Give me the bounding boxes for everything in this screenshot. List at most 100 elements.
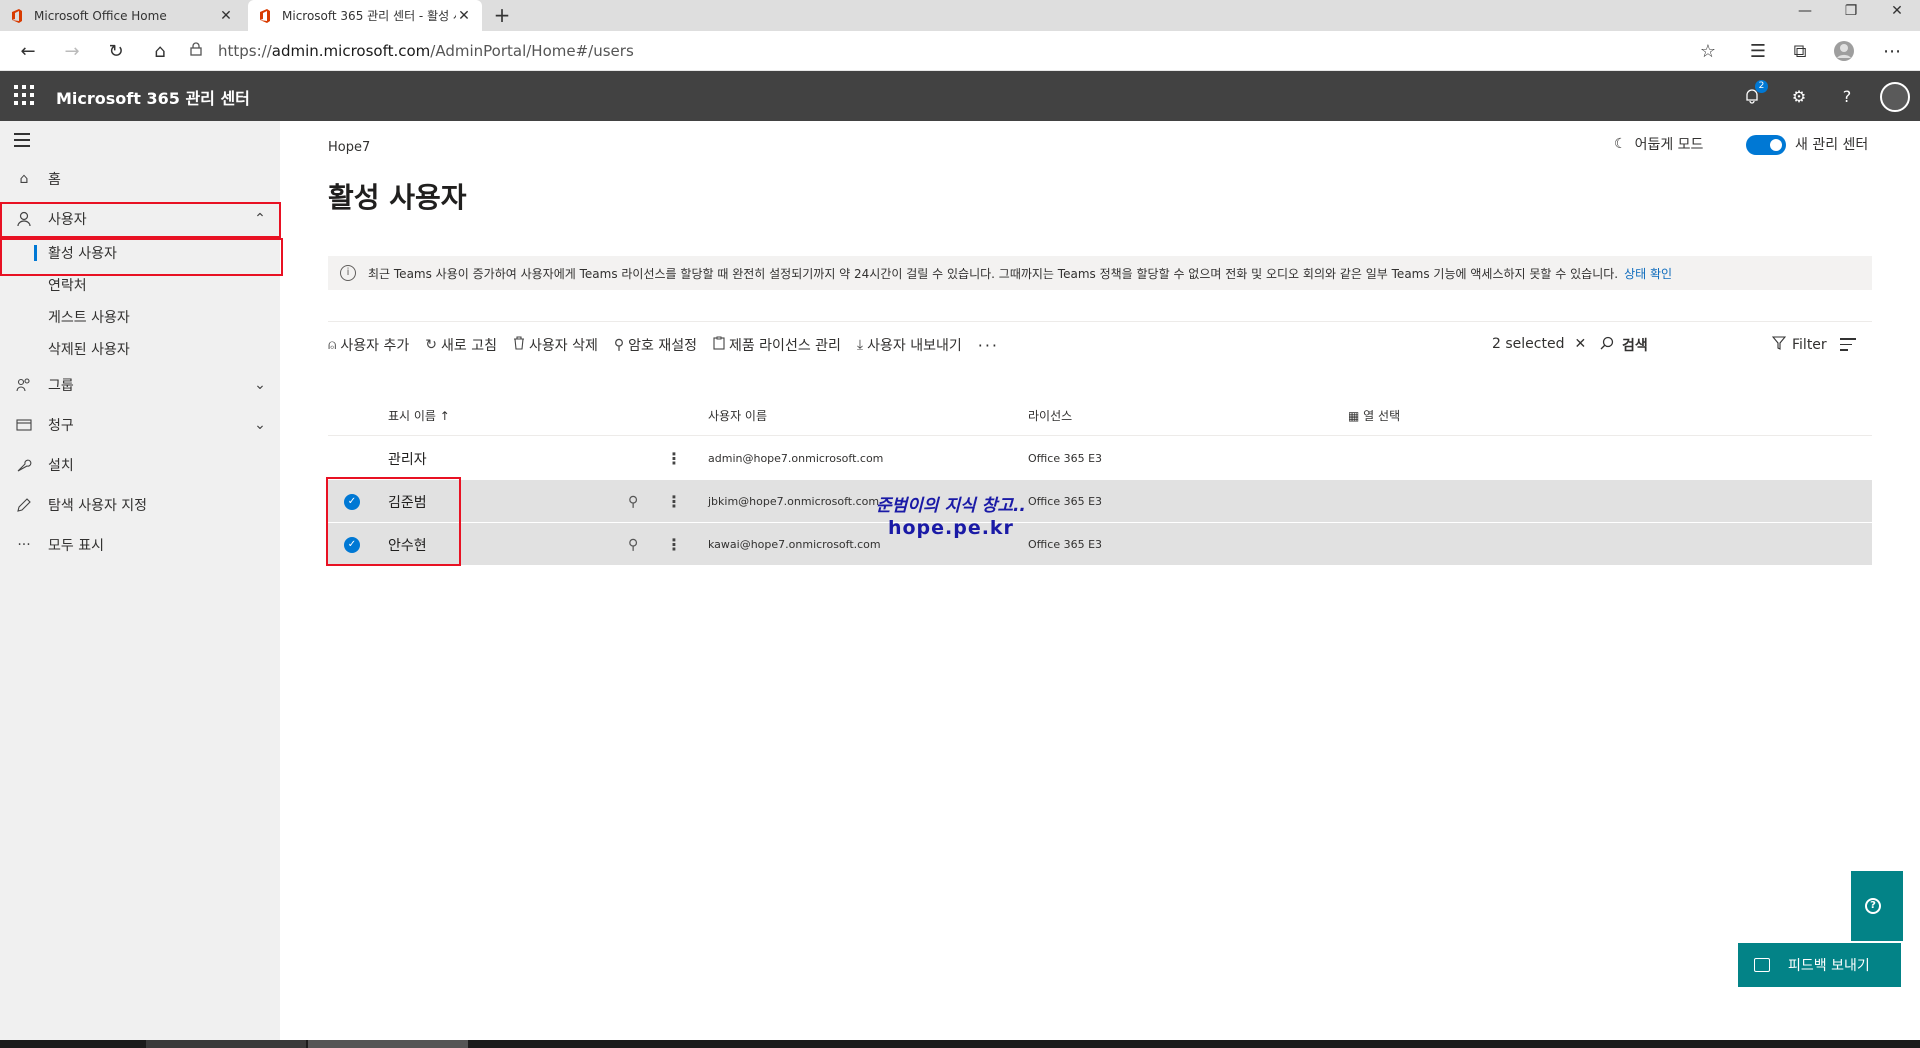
browser-tab-bar: Microsoft Office Home ✕ Microsoft 365 관리… <box>0 0 1920 31</box>
delete-user-button[interactable]: 사용자 삭제 <box>513 335 598 355</box>
close-tab-icon[interactable]: ✕ <box>456 8 472 24</box>
download-icon: ⤓ <box>856 337 864 353</box>
choose-columns-button[interactable]: ▦ 열 선택 <box>1348 407 1400 424</box>
office-logo-icon <box>258 8 272 24</box>
restore-icon[interactable]: ❐ <box>1828 0 1874 24</box>
manage-licenses-button[interactable]: 제품 라이선스 관리 <box>713 335 841 355</box>
row-more-icon[interactable]: ⋮ <box>666 492 682 511</box>
user-email: jbkim@hope7.onmicrosoft.com <box>708 495 880 508</box>
office-logo-icon <box>10 8 24 24</box>
more-commands-icon[interactable]: ··· <box>978 336 999 355</box>
breadcrumb[interactable]: Hope7 <box>328 140 370 155</box>
taskbar <box>0 1040 1920 1048</box>
wrench-icon <box>0 457 48 473</box>
close-window-icon[interactable]: ✕ <box>1874 0 1920 24</box>
new-admin-center-toggle[interactable] <box>1746 135 1786 155</box>
reset-password-icon[interactable]: ⚲ <box>628 494 638 510</box>
row-more-icon[interactable]: ⋮ <box>666 535 682 554</box>
taskbar-app[interactable] <box>146 1040 306 1048</box>
avatar[interactable] <box>1880 82 1910 112</box>
key-icon: ⚲ <box>613 337 625 353</box>
help-icon[interactable]: ? <box>1835 84 1859 108</box>
moon-icon: ☾ <box>1614 136 1627 152</box>
help-support-button[interactable]: ? <box>1851 871 1903 941</box>
help-circle-icon: ? <box>1865 898 1881 914</box>
selection-indicator: 2 selected ✕ <box>1492 336 1587 352</box>
refresh-button[interactable]: ↻ 새로 고침 <box>425 335 497 355</box>
notification-count: 2 <box>1755 80 1768 93</box>
add-user-button[interactable]: ⍝ 사용자 추가 <box>328 335 409 355</box>
table-row[interactable]: ✓ 김준범 ⚲ ⋮ jbkim@hope7.onmicrosoft.com Of… <box>328 480 1872 523</box>
sidebar-item-billing[interactable]: 청구 ⌄ <box>0 407 280 443</box>
add-user-icon: ⍝ <box>328 337 337 353</box>
close-tab-icon[interactable]: ✕ <box>218 8 234 24</box>
column-display-name[interactable]: 표시 이름 ↑ <box>388 407 450 424</box>
chevron-down-icon[interactable]: ⌄ <box>240 417 280 433</box>
user-display-name[interactable]: 관리자 <box>388 449 427 469</box>
clear-selection-icon[interactable]: ✕ <box>1574 336 1586 352</box>
column-username[interactable]: 사용자 이름 <box>708 407 767 424</box>
user-email: admin@hope7.onmicrosoft.com <box>708 452 884 465</box>
sidebar-item-guest-users[interactable]: 게스트 사용자 <box>0 301 280 333</box>
address-bar: ← → ↻ ⌂ https://admin.microsoft.com/Admi… <box>0 31 1920 71</box>
user-license: Office 365 E3 <box>1028 452 1103 465</box>
user-email: kawai@hope7.onmicrosoft.com <box>708 538 881 551</box>
pencil-icon <box>0 497 48 513</box>
sidebar-item-home[interactable]: ⌂ 홈 <box>0 161 280 197</box>
tab-admin-center[interactable]: Microsoft 365 관리 센터 - 활성 사 ✕ <box>248 0 482 31</box>
collections-icon[interactable]: ⧉ <box>1786 37 1814 65</box>
info-icon: i <box>340 265 356 281</box>
command-bar: ⍝ 사용자 추가 ↻ 새로 고침 사용자 삭제 ⚲ 암호 재설정 제품 라이선스… <box>328 330 1015 360</box>
filter-icon <box>1771 336 1787 354</box>
favorites-list-icon[interactable]: ☰ <box>1744 37 1772 65</box>
more-icon: ··· <box>17 537 31 553</box>
user-license: Office 365 E3 <box>1028 495 1103 508</box>
minimize-icon[interactable]: — <box>1782 0 1828 24</box>
new-tab-icon[interactable]: + <box>490 3 514 27</box>
feedback-icon <box>1754 958 1770 972</box>
tab-office-home[interactable]: Microsoft Office Home ✕ <box>0 0 244 31</box>
send-feedback-button[interactable]: 피드백 보내기 <box>1736 941 1903 989</box>
tab-title: Microsoft Office Home <box>34 8 167 23</box>
table-row[interactable]: 관리자 ⋮ admin@hope7.onmicrosoft.com Office… <box>328 437 1872 480</box>
notification-bell-icon[interactable]: 2 <box>1740 80 1768 108</box>
reset-password-icon[interactable]: ⚲ <box>628 537 638 553</box>
chevron-down-icon[interactable]: ⌄ <box>240 377 280 393</box>
trash-icon <box>513 336 525 354</box>
app-title[interactable]: Microsoft 365 관리 센터 <box>56 85 250 109</box>
sidebar-item-groups[interactable]: 그룹 ⌄ <box>0 367 280 403</box>
sidebar-item-setup[interactable]: 설치 <box>0 447 280 483</box>
table-row[interactable]: ✓ 안수현 ⚲ ⋮ kawai@hope7.onmicrosoft.com Of… <box>328 523 1872 566</box>
favorite-star-icon[interactable]: ☆ <box>1694 37 1722 65</box>
search-input[interactable]: 검색 <box>1600 335 1648 355</box>
column-license[interactable]: 라이선스 <box>1028 407 1072 424</box>
more-menu-icon[interactable]: ⋯ <box>1878 37 1906 65</box>
profile-icon[interactable] <box>1830 37 1858 65</box>
app-launcher-icon[interactable] <box>14 85 34 105</box>
refresh-icon[interactable]: ↻ <box>102 37 130 65</box>
reset-password-button[interactable]: ⚲ 암호 재설정 <box>614 335 697 355</box>
highlight-box-selected-rows <box>326 477 461 566</box>
dark-mode-toggle[interactable]: ☾ 어둡게 모드 <box>1614 134 1703 154</box>
back-icon[interactable]: ← <box>14 37 42 65</box>
sidebar-item-show-all[interactable]: ··· 모두 표시 <box>0 527 280 563</box>
columns-icon: ▦ <box>1348 409 1360 423</box>
clipboard-icon <box>713 336 725 354</box>
forward-icon[interactable]: → <box>58 37 86 65</box>
highlight-box-users <box>0 202 281 238</box>
group-icon <box>0 377 48 393</box>
url-field[interactable]: https://admin.microsoft.com/AdminPortal/… <box>190 37 1720 65</box>
home-icon[interactable]: ⌂ <box>146 37 174 65</box>
export-users-button[interactable]: ⤓ 사용자 내보내기 <box>857 335 962 355</box>
view-options-icon[interactable] <box>1840 338 1856 355</box>
check-status-link[interactable]: 상태 확인 <box>1624 265 1672 282</box>
search-icon <box>1600 336 1614 354</box>
row-more-icon[interactable]: ⋮ <box>666 449 682 468</box>
taskbar-app[interactable] <box>308 1040 468 1048</box>
collapse-nav-icon[interactable] <box>14 133 34 149</box>
sidebar-item-customize-nav[interactable]: 탐색 사용자 지정 <box>0 487 280 523</box>
filter-button[interactable]: Filter <box>1771 336 1827 354</box>
settings-gear-icon[interactable]: ⚙ <box>1787 84 1811 108</box>
sidebar-item-deleted-users[interactable]: 삭제된 사용자 <box>0 333 280 365</box>
lock-icon <box>190 42 206 60</box>
